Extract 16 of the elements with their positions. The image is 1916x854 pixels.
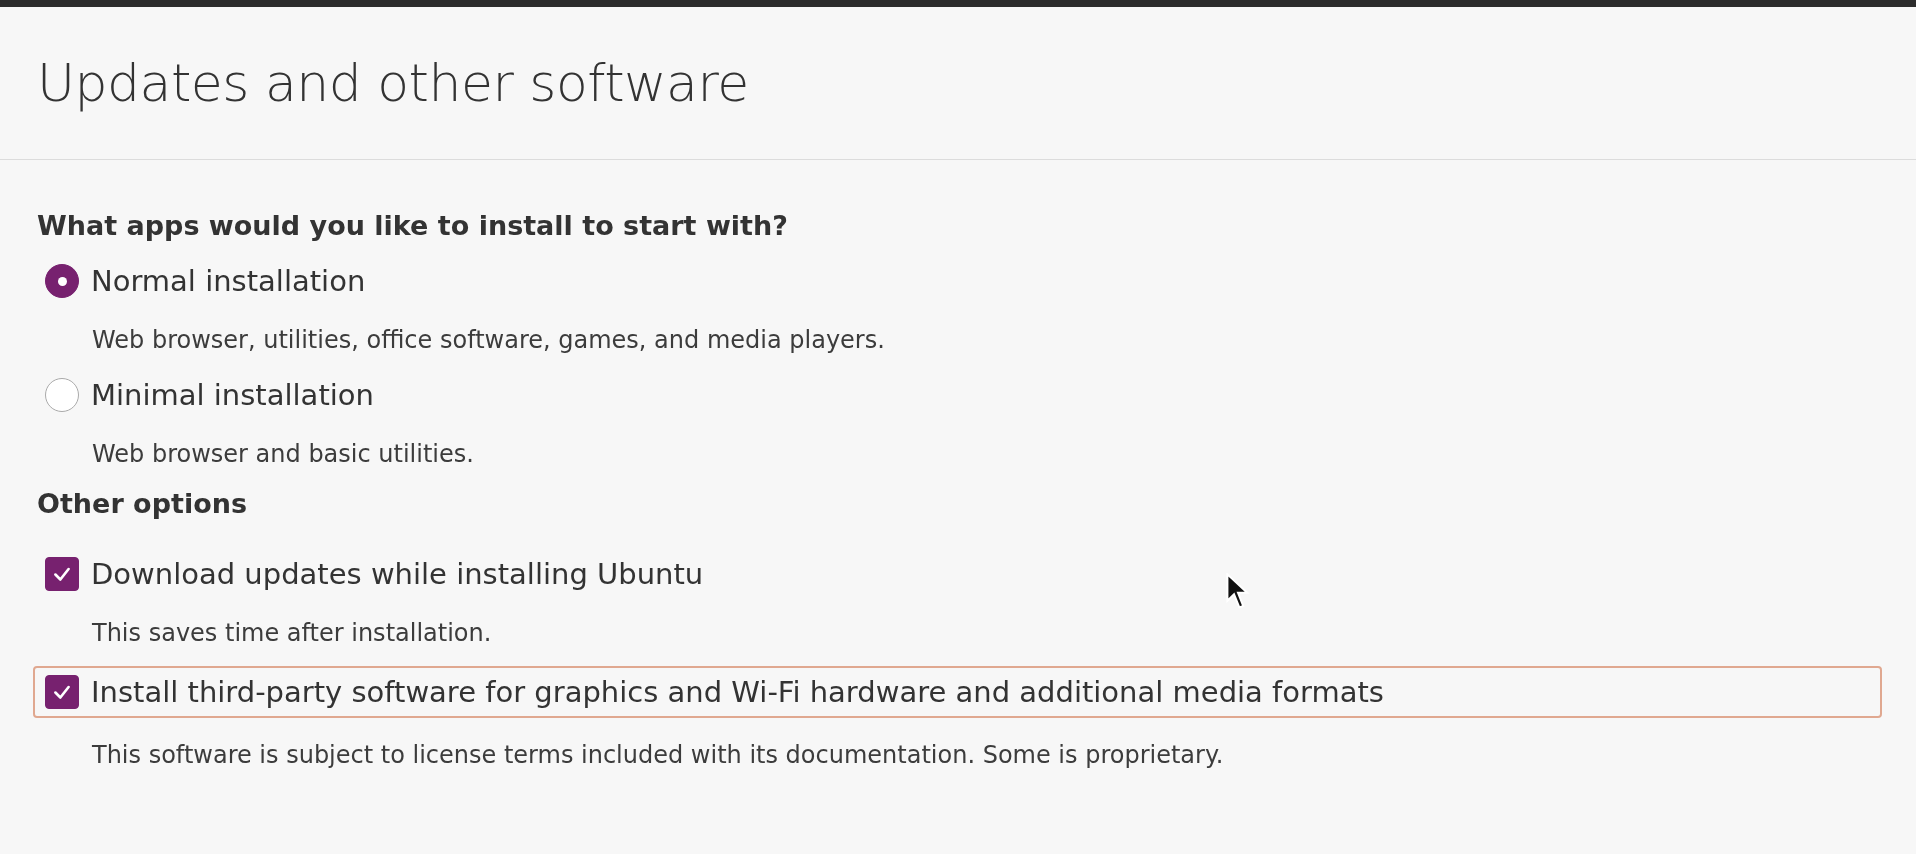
- checkbox[interactable]: [45, 675, 79, 709]
- section-heading: Other options: [37, 487, 248, 521]
- radio-button[interactable]: [45, 378, 79, 412]
- page-title: Updates and other software: [37, 53, 749, 113]
- option-label: Install third-party software for graphics and Wi-Fi hardware and additional media formats: [91, 675, 1384, 709]
- option-label: Download updates while installing Ubuntu: [91, 557, 704, 591]
- mouse-pointer-icon: [1226, 573, 1250, 610]
- option-description: This saves time after installation.: [92, 618, 493, 648]
- section-heading: What apps would you like to install to start with?: [37, 209, 789, 243]
- option-label: Minimal installation: [91, 378, 374, 412]
- option-description: Web browser, utilities, office software, games, and media players.: [92, 325, 886, 355]
- option-description: Web browser and basic utilities.: [92, 439, 475, 469]
- checkbox[interactable]: [45, 557, 79, 591]
- option-label: Normal installation: [91, 264, 366, 298]
- option-description: This software is subject to license terms included with its documentation. Some is proprietary.: [92, 740, 1225, 770]
- radio-button[interactable]: [45, 264, 79, 298]
